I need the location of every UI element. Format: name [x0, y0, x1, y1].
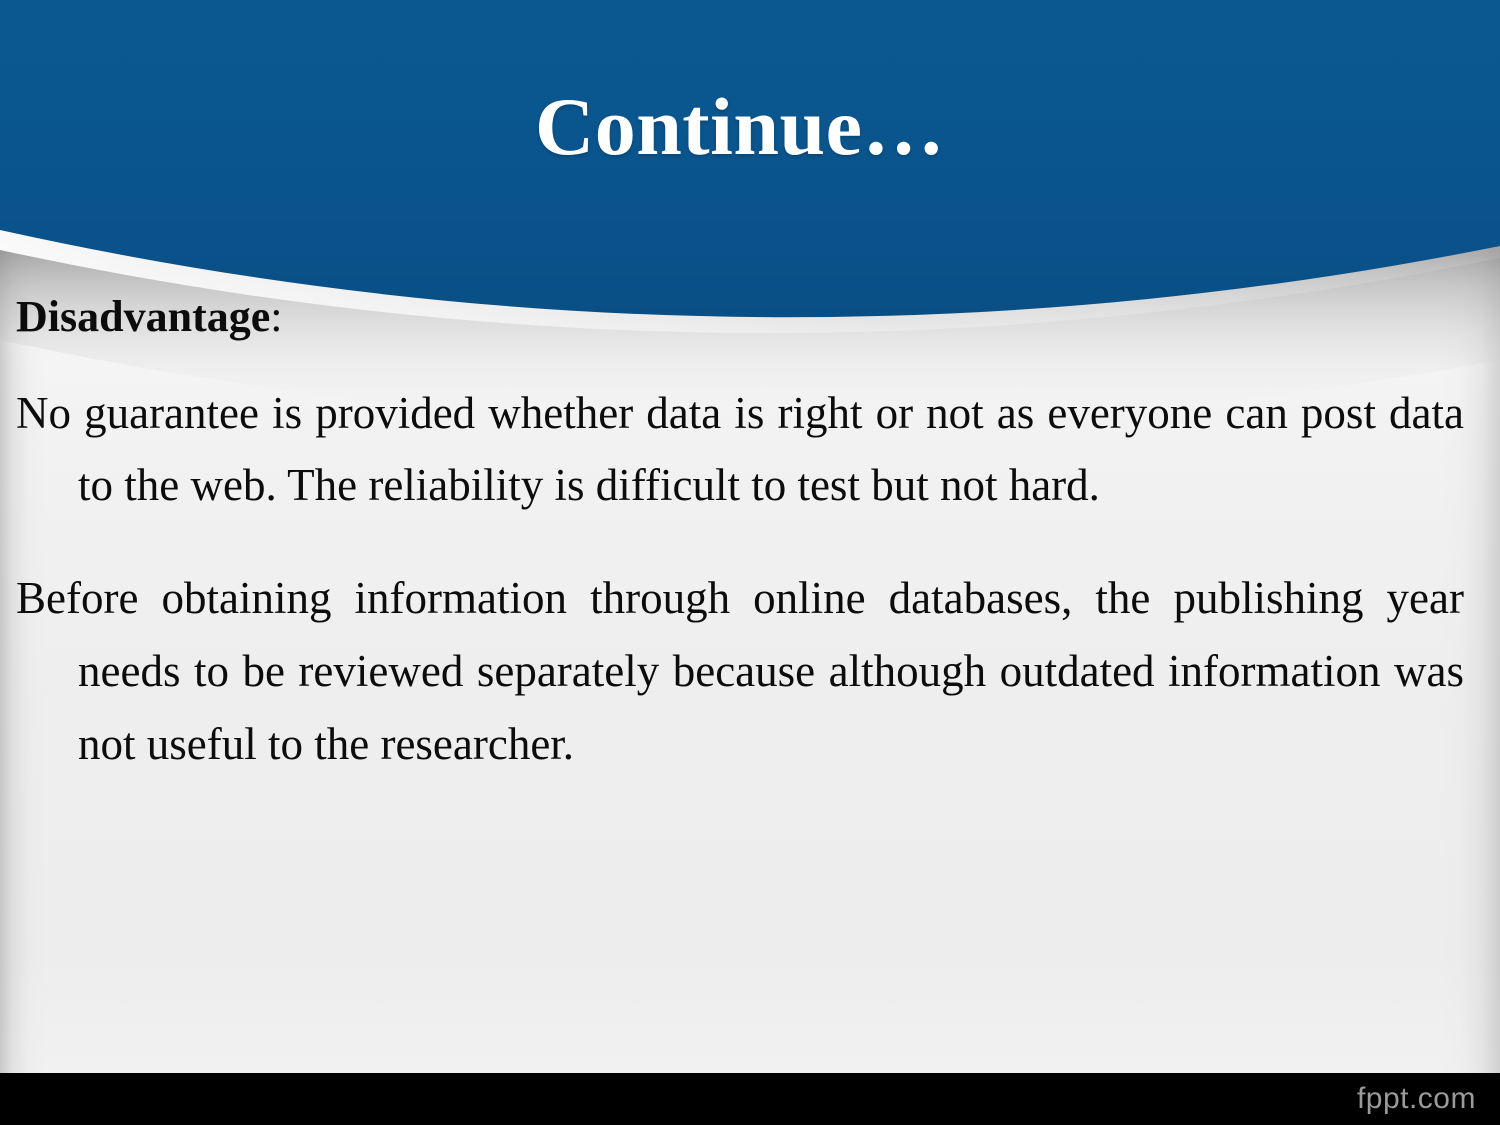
- page-title: Continue…: [534, 81, 945, 172]
- slide-content: Disadvantage: No guarantee is provided w…: [16, 292, 1464, 795]
- section-heading-label: Disadvantage: [16, 292, 271, 341]
- section-heading-colon: :: [270, 292, 283, 341]
- watermark-label: fppt.com: [1356, 1082, 1476, 1115]
- body-paragraph-2: Before obtaining information through onl…: [16, 573, 1464, 770]
- body-paragraph-1: No guarantee is provided whether data is…: [16, 387, 1464, 511]
- section-heading: Disadvantage:: [16, 292, 1464, 343]
- footer-bar: fppt.com: [0, 1073, 1500, 1125]
- presentation-slide: Continue… Disadvantage: No guarantee is …: [0, 0, 1500, 1125]
